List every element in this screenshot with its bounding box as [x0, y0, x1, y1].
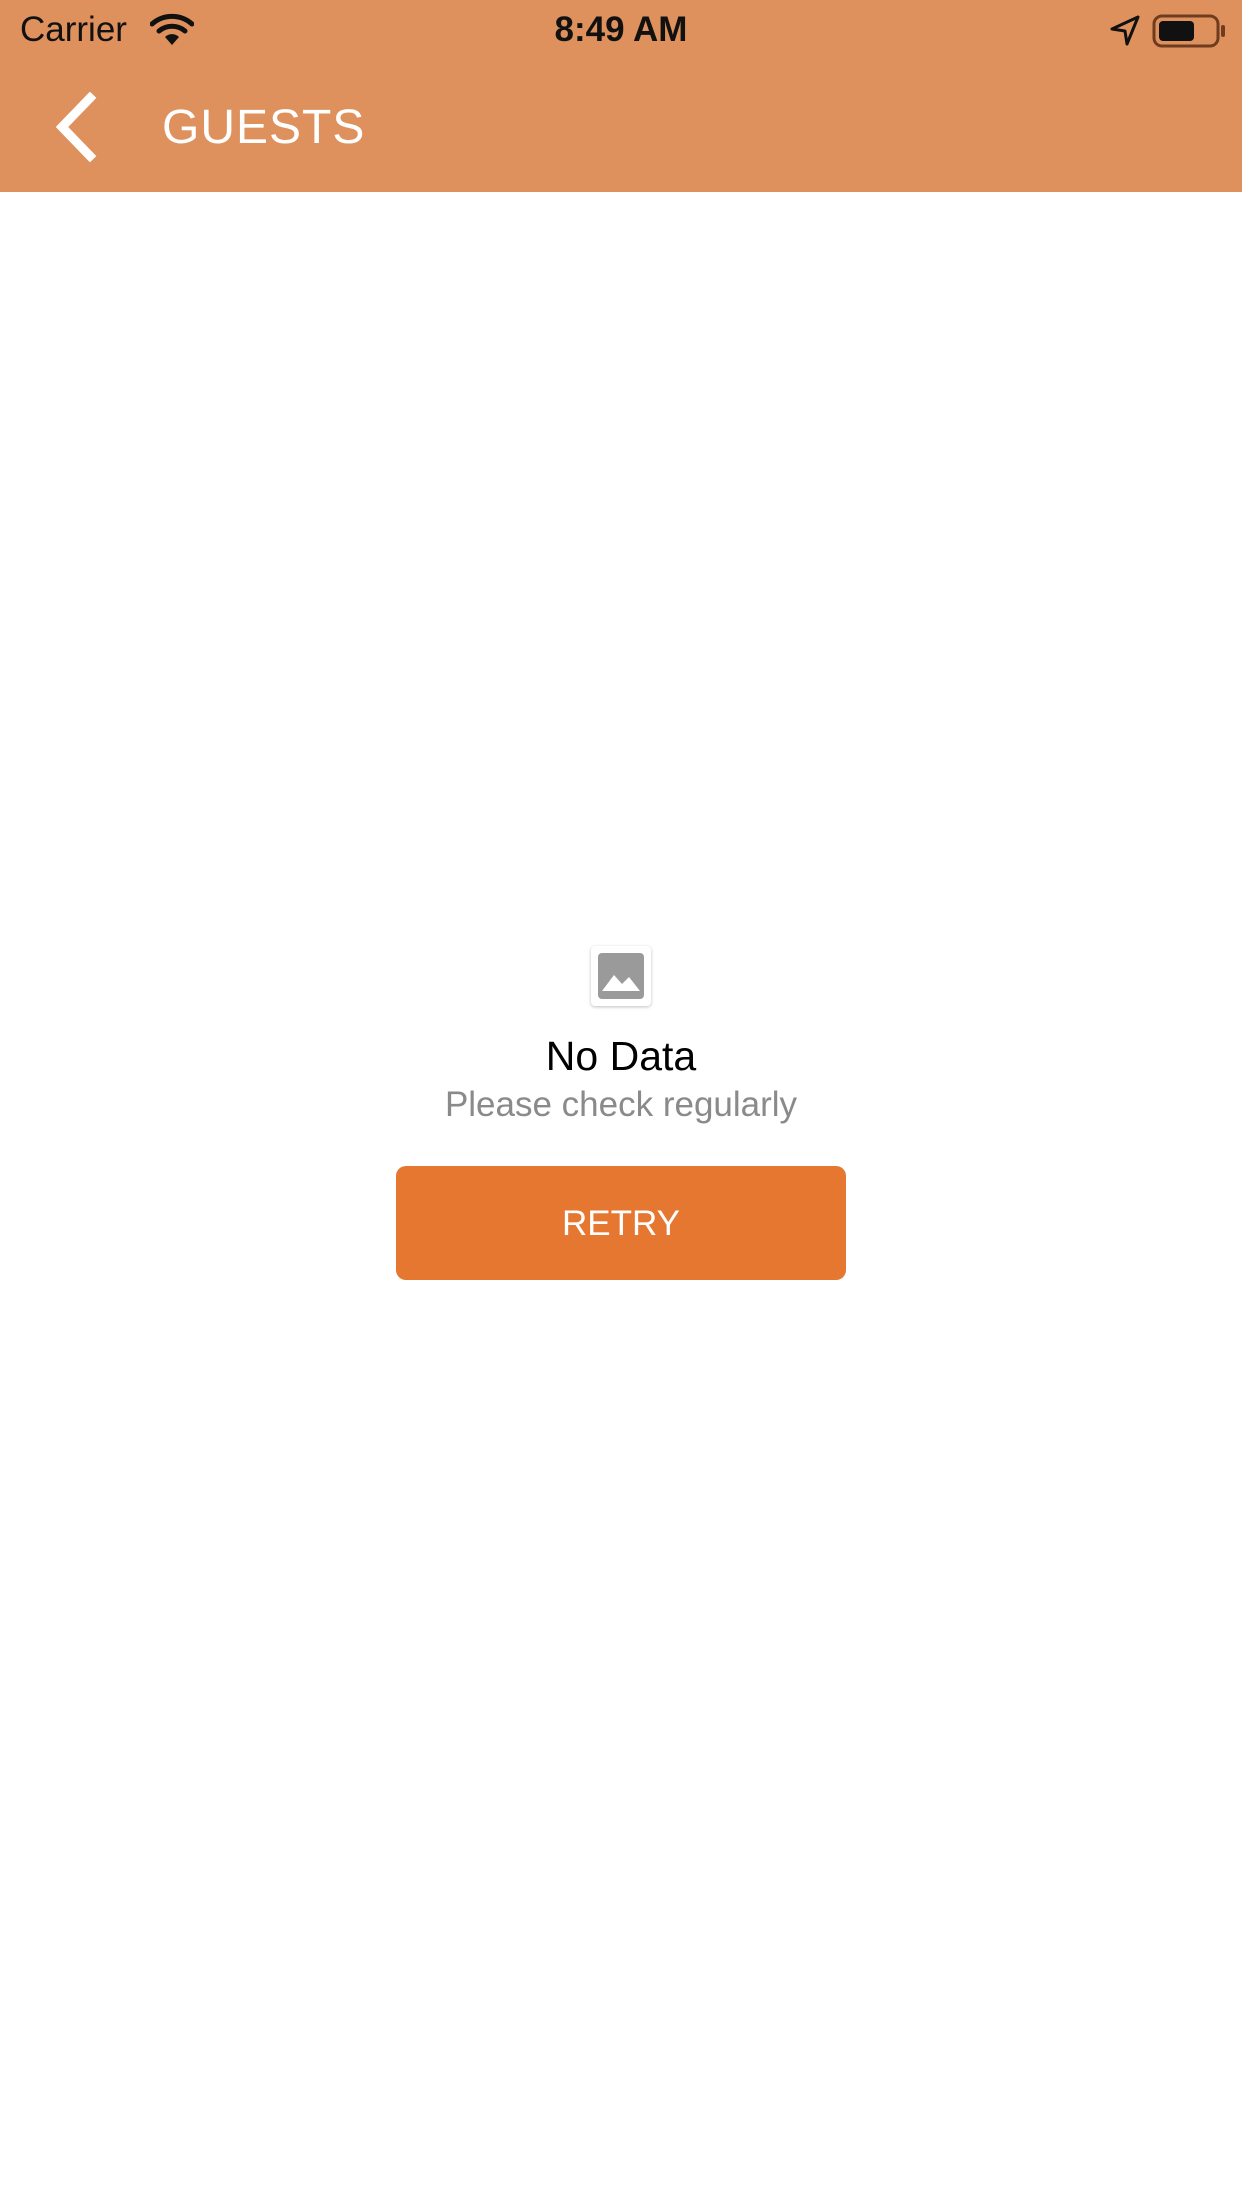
empty-state-title: No Data	[545, 1033, 697, 1079]
navigation-bar: GUESTS	[0, 60, 1242, 192]
app-header: Carrier 8:49 AM GUESTS	[0, 0, 1242, 192]
battery-icon	[1152, 13, 1228, 49]
location-arrow-icon	[1108, 14, 1142, 48]
chevron-left-icon	[55, 92, 97, 162]
guests-screen: Carrier 8:49 AM GUESTS No Data Please ch…	[0, 0, 1242, 2208]
empty-state: No Data Please check regularly RETRY	[0, 940, 1242, 1280]
status-bar: Carrier 8:49 AM	[0, 0, 1242, 60]
page-title: GUESTS	[162, 101, 366, 154]
retry-button[interactable]: RETRY	[396, 1166, 846, 1280]
back-button[interactable]	[40, 84, 120, 168]
status-time: 8:49 AM	[554, 10, 688, 49]
empty-state-subtitle: Please check regularly	[444, 1085, 798, 1124]
image-placeholder-icon	[591, 946, 651, 1006]
